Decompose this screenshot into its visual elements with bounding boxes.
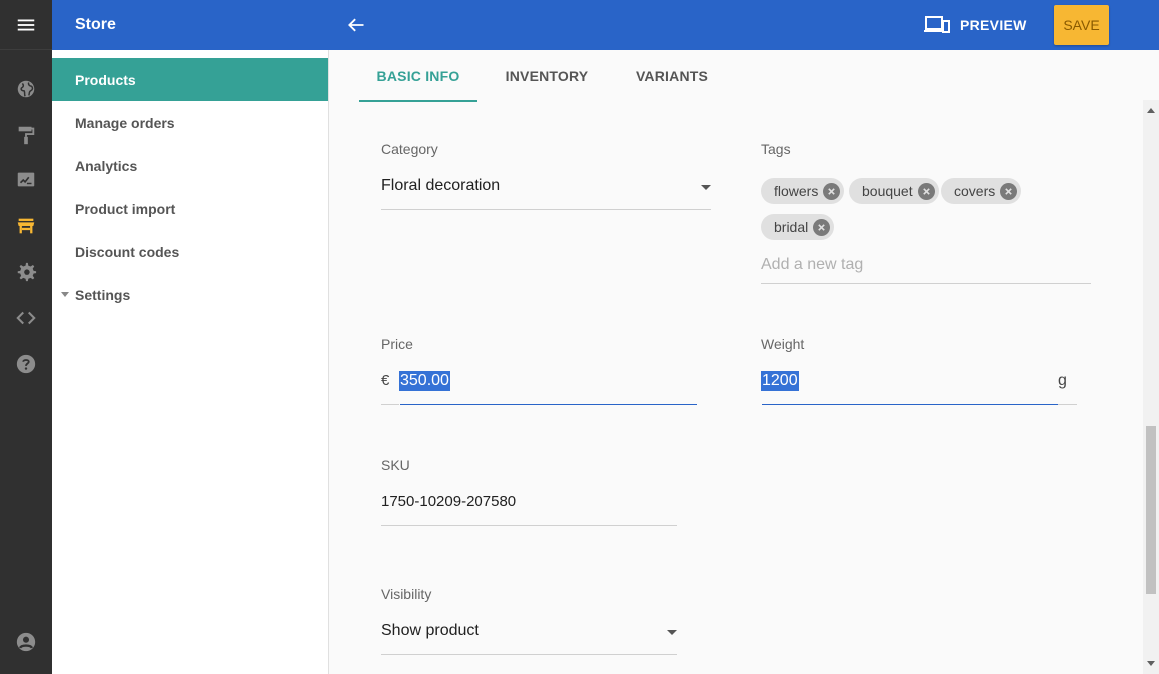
visibility-dropdown-icon[interactable] [667, 630, 677, 635]
devices-icon [924, 16, 950, 33]
visibility-select[interactable]: Show product [381, 622, 479, 640]
remove-tag-icon[interactable] [813, 218, 831, 236]
code-icon [16, 311, 36, 325]
account-icon [16, 632, 36, 652]
sidebar-item-label: Product import [75, 200, 176, 217]
sku-underline [381, 525, 677, 526]
content-scrollbar[interactable] [1143, 100, 1159, 674]
tag-chip: covers [941, 178, 1022, 204]
back-button[interactable] [342, 11, 370, 39]
caret-down-icon [61, 292, 69, 297]
tags-label: Tags [761, 141, 791, 157]
new-tag-input[interactable] [761, 252, 1091, 278]
visibility-label: Visibility [381, 586, 432, 602]
category-label: Category [381, 141, 438, 157]
tab-inventory[interactable]: INVENTORY [494, 50, 600, 102]
category-dropdown-icon[interactable] [701, 185, 711, 190]
arrow-back-icon [348, 18, 364, 32]
preview-label: PREVIEW [960, 17, 1027, 33]
tab-indicator [359, 100, 477, 102]
weight-unit: g [1058, 372, 1067, 389]
tag-chip-label: bouquet [862, 183, 913, 199]
tab-basic-info[interactable]: BASIC INFO [359, 50, 477, 102]
sidebar-item-label: Settings [75, 286, 131, 303]
sidebar-item-settings[interactable]: Settings [52, 273, 328, 316]
sku-input[interactable]: 1750-10209-207580 [381, 493, 516, 510]
weight-active-underline [762, 404, 1058, 405]
rail-divider [0, 49, 52, 50]
price-label: Price [381, 336, 413, 352]
price-input[interactable]: 350.00 [399, 371, 450, 391]
remove-tag-icon[interactable] [917, 182, 935, 200]
rail-store-button[interactable] [0, 206, 52, 246]
tag-chip-label: covers [954, 183, 996, 199]
product-editor: BASIC INFO INVENTORY VARIANTS Category F… [329, 50, 1159, 674]
tag-chip-label: flowers [774, 183, 819, 199]
scroll-down-arrow[interactable] [1147, 661, 1155, 666]
help-icon [16, 354, 36, 374]
rail-account-button[interactable] [0, 622, 52, 662]
scrollbar-thumb[interactable] [1146, 426, 1156, 594]
sidebar-item-analytics[interactable]: Analytics [52, 144, 328, 187]
sidebar-item-discount-codes[interactable]: Discount codes [52, 230, 328, 273]
store-sidebar: Products Manage orders Analytics Product… [52, 50, 329, 674]
tag-chip: bridal [761, 214, 835, 240]
rail-site-button[interactable] [0, 69, 52, 109]
sidebar-item-label: Manage orders [75, 114, 175, 131]
rail-code-button[interactable] [0, 298, 52, 338]
tab-variants[interactable]: VARIANTS [622, 50, 722, 102]
sidebar-item-manage-orders[interactable]: Manage orders [52, 101, 328, 144]
rail-settings-button[interactable] [0, 252, 52, 292]
menu-button[interactable] [0, 4, 52, 46]
price-active-underline [400, 404, 697, 405]
preview-button[interactable]: PREVIEW [924, 10, 1027, 40]
remove-tag-icon[interactable] [1000, 182, 1018, 200]
sidebar-item-label: Discount codes [75, 243, 180, 260]
tag-chip: flowers [761, 178, 845, 204]
currency-symbol: € [381, 372, 390, 389]
sidebar-item-product-import[interactable]: Product import [52, 187, 328, 230]
category-select[interactable]: Floral decoration [381, 177, 500, 195]
category-underline [381, 209, 711, 210]
price-underline [381, 404, 399, 405]
rail-help-button[interactable] [0, 344, 52, 384]
paint-roller-icon [18, 126, 35, 145]
weight-label: Weight [761, 336, 805, 352]
app-title: Store [75, 16, 116, 33]
tag-chip: bouquet [849, 178, 939, 204]
tags-underline [761, 283, 1091, 284]
menu-icon [17, 19, 35, 31]
sidebar-item-products[interactable]: Products [52, 58, 328, 101]
gear-icon [17, 262, 37, 282]
weight-input[interactable]: 1200 [761, 371, 799, 391]
remove-tag-icon[interactable] [823, 182, 841, 200]
store-icon [17, 218, 35, 234]
top-app-bar: Store PREVIEW SAVE [52, 0, 1159, 50]
sidebar-item-label: Products [75, 71, 136, 88]
signature-icon [17, 172, 35, 187]
globe-icon [17, 80, 35, 98]
icon-rail [0, 0, 52, 674]
tag-chip-label: bridal [774, 219, 809, 235]
sidebar-item-label: Analytics [75, 157, 138, 174]
rail-blog-button[interactable] [0, 160, 52, 200]
weight-underline [1058, 404, 1077, 405]
scroll-up-arrow[interactable] [1147, 108, 1155, 113]
visibility-underline [381, 654, 677, 655]
save-button[interactable]: SAVE [1054, 5, 1109, 45]
sku-label: SKU [381, 457, 410, 473]
rail-design-button[interactable] [0, 115, 52, 155]
